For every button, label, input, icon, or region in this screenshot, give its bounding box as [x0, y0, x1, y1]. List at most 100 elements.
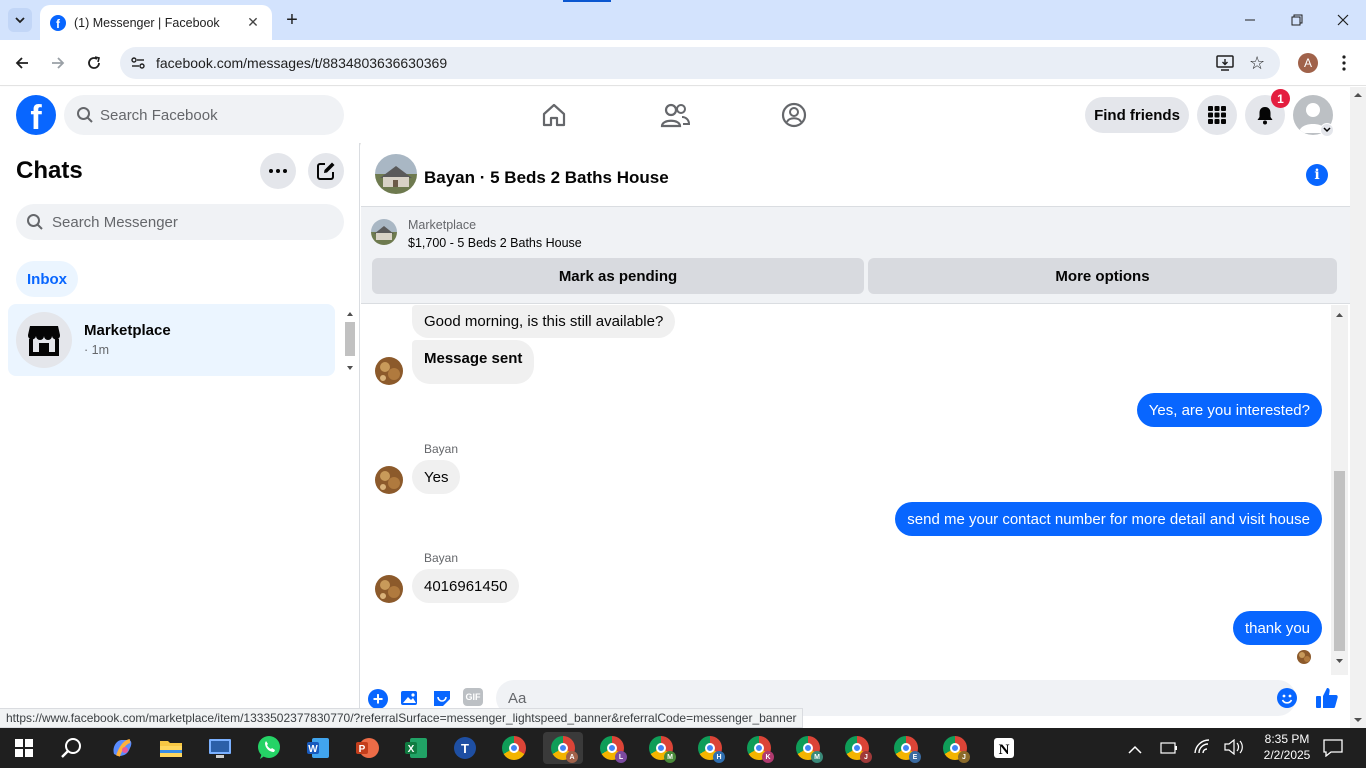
sender-avatar[interactable] — [375, 357, 403, 385]
message-bubble[interactable]: Message sent — [412, 340, 535, 384]
browser-tab[interactable]: f (1) Messenger | Facebook ✕ — [40, 5, 272, 40]
menu-grid-icon[interactable] — [1197, 95, 1237, 135]
find-friends-button[interactable]: Find friends — [1085, 97, 1189, 133]
wifi-icon[interactable] — [1193, 739, 1211, 760]
like-thumbs-up-icon[interactable] — [1315, 686, 1339, 715]
message-bubble[interactable]: Yes — [412, 460, 461, 494]
more-options-icon[interactable] — [260, 153, 296, 189]
minimize-icon[interactable] — [1240, 10, 1260, 30]
sender-avatar[interactable] — [375, 466, 403, 494]
close-tab-icon[interactable]: ✕ — [244, 14, 262, 31]
more-options-button[interactable]: More options — [868, 258, 1337, 294]
listing-thumbnail[interactable] — [375, 154, 417, 194]
chrome-profile-badge: L — [615, 751, 627, 763]
facebook-search-placeholder: Search Facebook — [100, 106, 218, 124]
plus-icon[interactable]: + — [368, 689, 388, 709]
chrome-profile-icon[interactable]: L — [592, 732, 632, 764]
chrome-profile-icon[interactable]: J — [837, 732, 877, 764]
svg-text:W: W — [308, 744, 318, 755]
new-tab-icon[interactable]: + — [282, 9, 302, 31]
conversation-title[interactable]: Bayan · 5 Beds 2 Baths House — [424, 168, 669, 188]
battery-icon[interactable] — [1160, 741, 1178, 759]
show-hidden-icons-chevron-icon[interactable] — [1128, 742, 1142, 760]
remote-desktop-icon[interactable] — [200, 732, 240, 764]
listing-price[interactable]: $1,700 - 5 Beds 2 Baths House — [408, 236, 582, 250]
home-icon[interactable] — [540, 101, 568, 134]
sender-avatar[interactable] — [375, 575, 403, 603]
message-bubble[interactable]: Good morning, is this still available? — [412, 305, 676, 338]
svg-text:P: P — [359, 744, 366, 755]
tab-title: (1) Messenger | Facebook — [74, 15, 220, 30]
volume-icon[interactable] — [1224, 738, 1244, 760]
chrome-profile-icon[interactable]: J — [935, 732, 975, 764]
groups-icon[interactable] — [779, 101, 809, 134]
chat-name: Marketplace — [84, 322, 171, 339]
file-explorer-icon[interactable] — [151, 732, 191, 764]
excel-icon[interactable]: X — [396, 732, 436, 764]
thread-scrollbar[interactable] — [1331, 305, 1348, 675]
system-clock[interactable]: 8:35 PM 2/2/2025 — [1254, 731, 1320, 763]
chrome-profile-badge: J — [860, 751, 872, 763]
page-scrollbar[interactable] — [1350, 87, 1366, 728]
notion-icon[interactable]: N — [984, 732, 1024, 764]
message-bubble-sent[interactable]: thank you — [1232, 611, 1322, 645]
new-message-icon[interactable] — [308, 153, 344, 189]
facebook-favicon-icon: f — [50, 14, 66, 31]
copilot-icon[interactable] — [102, 732, 142, 764]
chat-list-scrollbar[interactable] — [343, 306, 357, 376]
close-window-icon[interactable] — [1333, 10, 1353, 30]
messenger-search-placeholder: Search Messenger — [52, 213, 178, 231]
facebook-search-input[interactable]: Search Facebook — [64, 95, 344, 135]
notification-badge: 1 — [1271, 89, 1290, 108]
tab-drag-indicator — [563, 0, 611, 2]
marketplace-label: Marketplace — [408, 218, 477, 232]
facebook-logo-icon[interactable]: f — [16, 95, 56, 135]
chrome-profile-badge: M — [664, 751, 676, 763]
chrome-profile-icon[interactable]: A — [543, 732, 583, 764]
chrome-profile-icon[interactable]: K — [739, 732, 779, 764]
gif-icon[interactable]: GIF — [463, 688, 483, 706]
forward-icon[interactable] — [48, 53, 68, 73]
notification-center-icon[interactable] — [1323, 739, 1343, 762]
emoji-icon[interactable] — [1277, 688, 1297, 708]
whatsapp-icon[interactable] — [249, 732, 289, 764]
windows-start-icon[interactable] — [4, 732, 44, 764]
chrome-icon[interactable] — [494, 732, 534, 764]
chat-list-item[interactable]: Marketplace · 1m — [8, 304, 335, 376]
message-bubble[interactable]: 4016961450 — [412, 569, 520, 603]
word-icon[interactable]: W — [298, 732, 338, 764]
svg-text:X: X — [408, 744, 415, 755]
conversation-header: Bayan · 5 Beds 2 Baths House i — [361, 143, 1350, 207]
browser-menu-icon[interactable] — [1334, 53, 1354, 73]
restore-icon[interactable] — [1287, 10, 1307, 30]
clock-date: 2/2/2025 — [1263, 748, 1311, 762]
address-bar[interactable]: facebook.com/messages/t/8834803636630369… — [120, 47, 1280, 79]
chrome-profile-icon[interactable]: M — [641, 732, 681, 764]
chrome-profile-icon[interactable]: H — [690, 732, 730, 764]
profile-avatar[interactable]: A — [1298, 53, 1318, 73]
taskbar-search-icon[interactable] — [52, 732, 92, 764]
listing-small-thumbnail[interactable] — [371, 219, 397, 245]
info-icon[interactable]: i — [1306, 164, 1328, 186]
chevron-down-icon[interactable] — [1320, 123, 1334, 137]
chrome-profile-badge: E — [909, 751, 921, 763]
site-info-icon[interactable] — [130, 55, 146, 74]
message-bubble-sent[interactable]: send me your contact number for more det… — [895, 502, 1322, 536]
svg-text:N: N — [999, 742, 1010, 758]
back-icon[interactable] — [12, 53, 32, 73]
app-t-icon[interactable]: T — [445, 732, 485, 764]
messenger-search-input[interactable]: Search Messenger — [16, 204, 344, 240]
chrome-profile-icon[interactable]: E — [886, 732, 926, 764]
tab-search-icon[interactable] — [8, 8, 32, 32]
chrome-profile-icon[interactable]: M — [788, 732, 828, 764]
friends-icon[interactable] — [660, 101, 691, 134]
reload-icon[interactable] — [84, 53, 104, 73]
message-bubble-sent[interactable]: Yes, are you interested? — [1136, 393, 1322, 427]
install-app-icon[interactable] — [1216, 54, 1234, 75]
powerpoint-icon[interactable]: P — [347, 732, 387, 764]
tab-inbox[interactable]: Inbox — [16, 261, 78, 297]
status-bar-url: https://www.facebook.com/marketplace/ite… — [0, 708, 804, 728]
mark-as-pending-button[interactable]: Mark as pending — [372, 258, 864, 294]
svg-text:T: T — [461, 741, 469, 756]
bookmark-star-icon[interactable]: ☆ — [1249, 53, 1265, 74]
